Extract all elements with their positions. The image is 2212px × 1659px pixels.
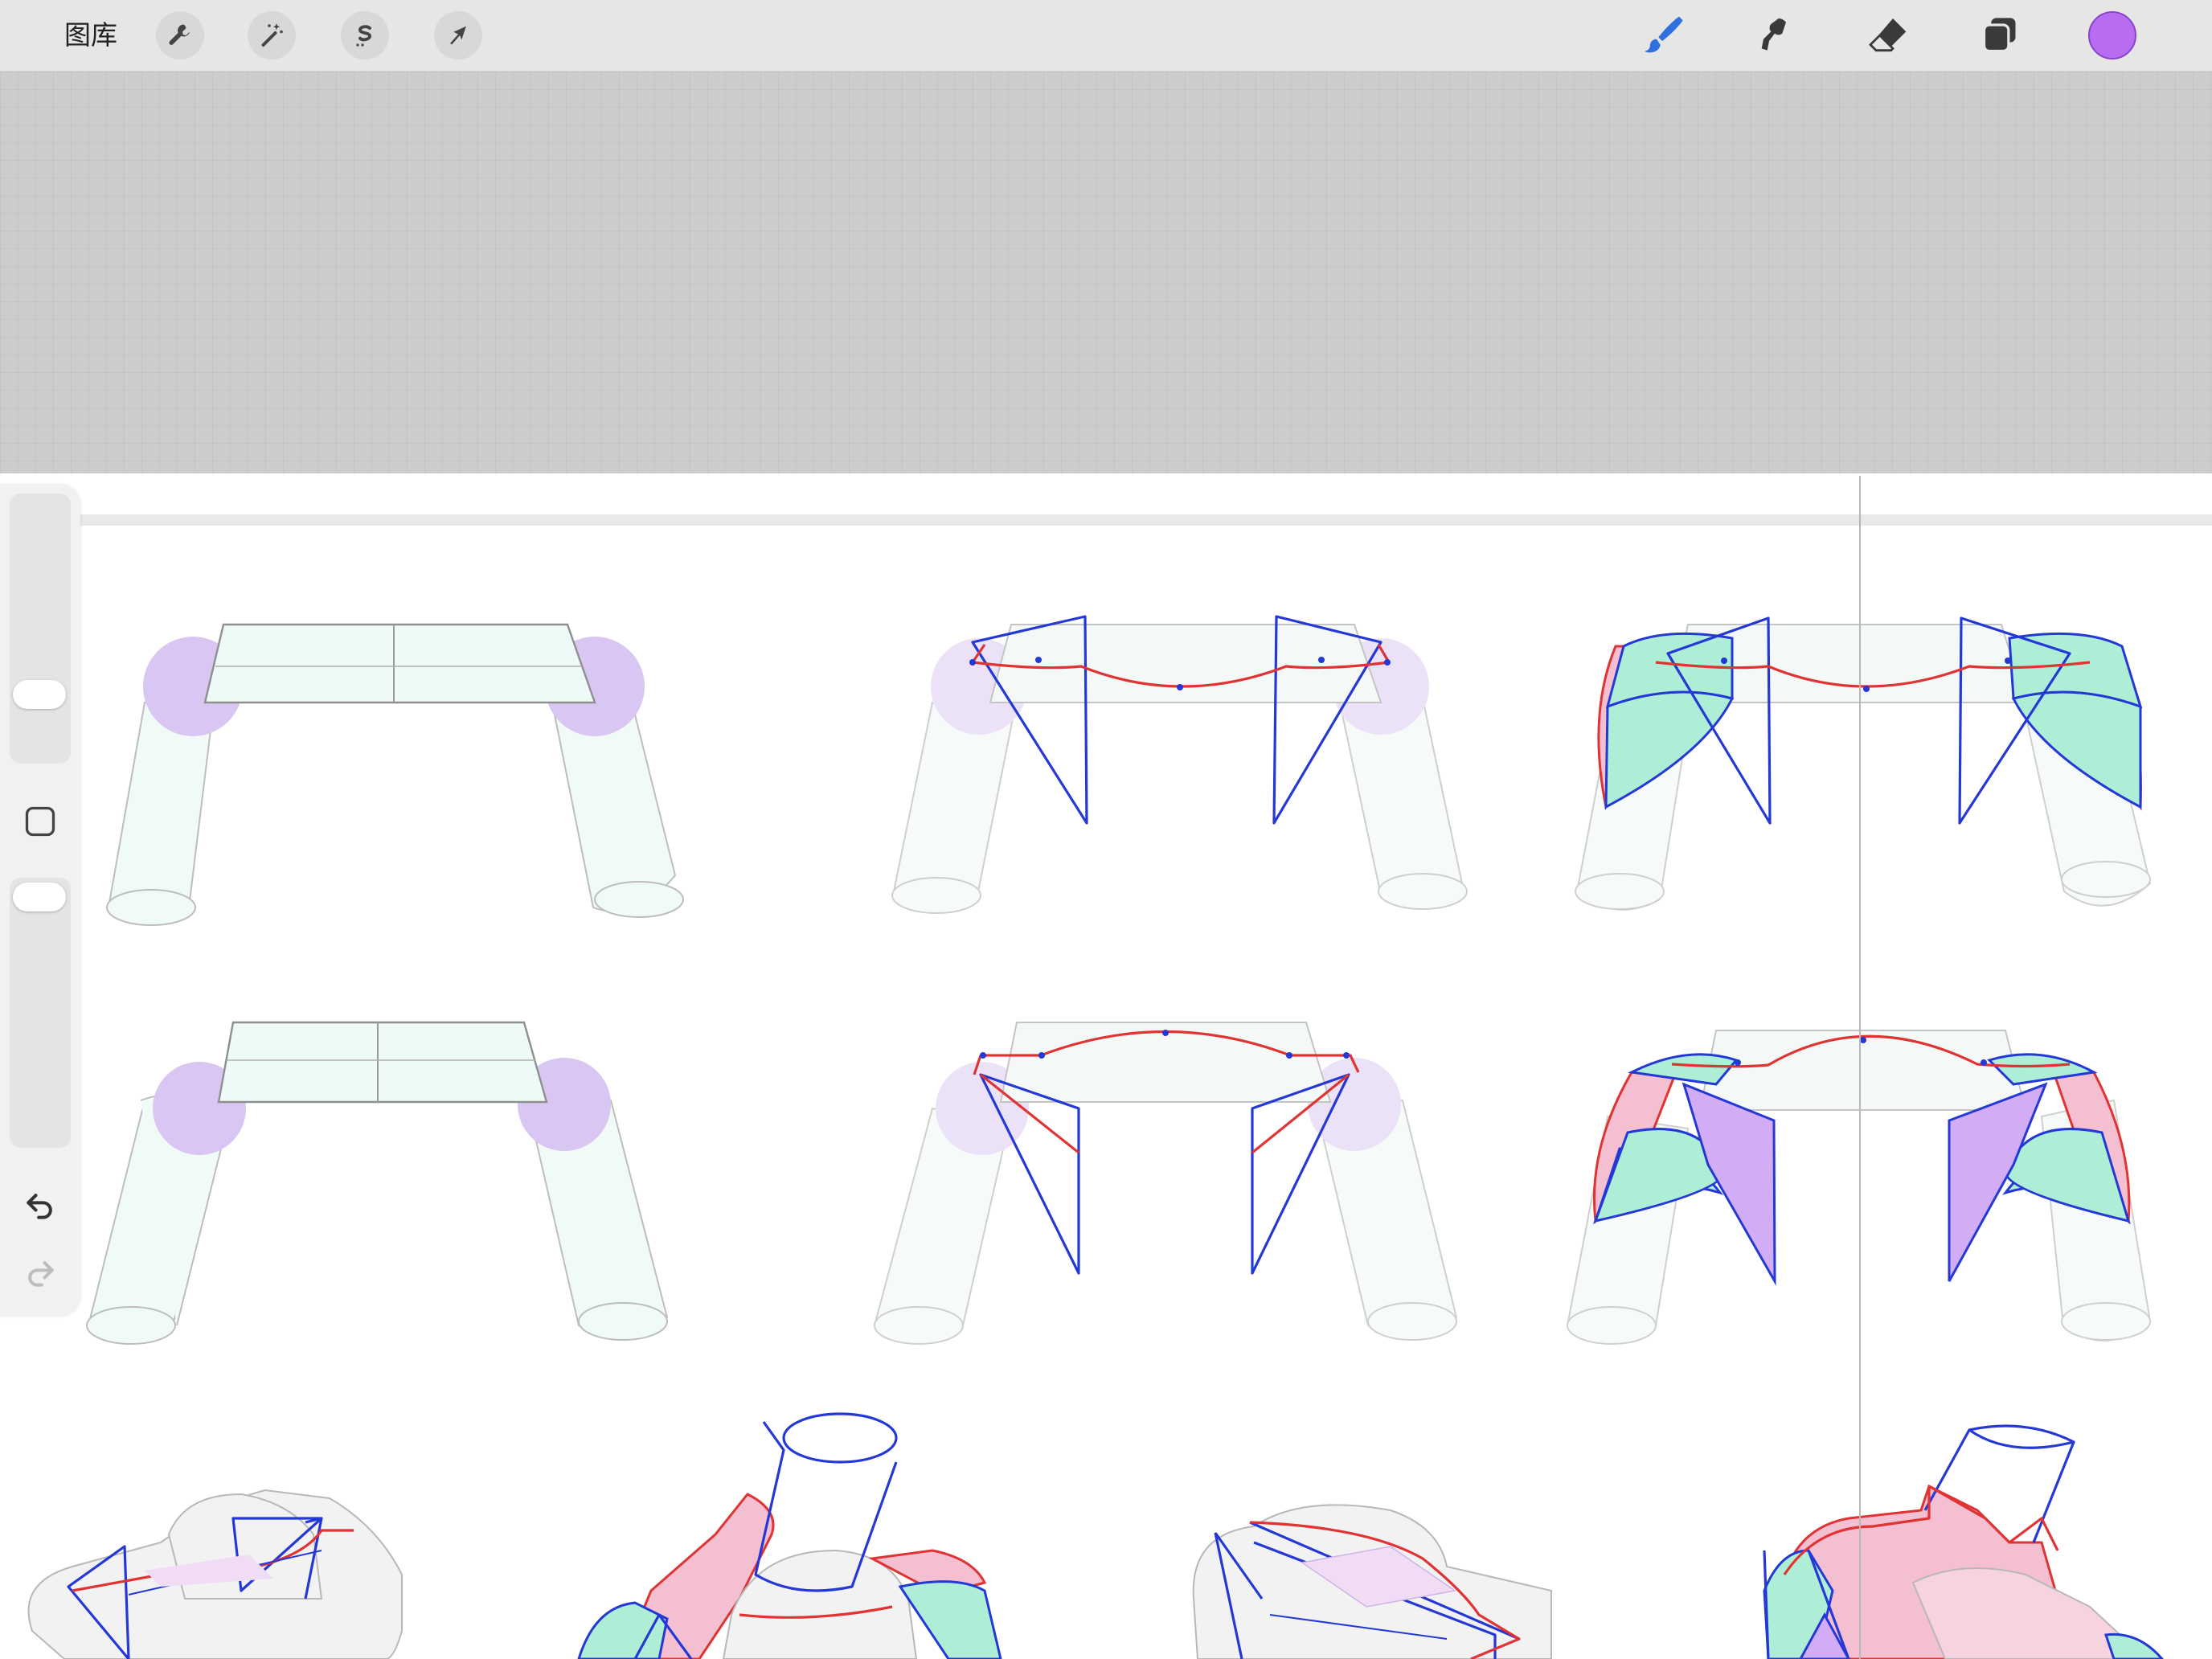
eraser-tool-button[interactable] [1862, 10, 1913, 61]
redo-icon [28, 1261, 54, 1287]
left-sidebar [0, 484, 80, 1317]
gallery-button[interactable]: 图库 [64, 18, 117, 53]
arrow-cursor-icon [450, 26, 466, 45]
sketch-row3-col2 [577, 1412, 1002, 1659]
opacity-slider[interactable] [10, 878, 71, 1148]
selection-button[interactable] [341, 11, 389, 59]
undo-icon [27, 1194, 52, 1219]
layers-icon [1982, 18, 2016, 53]
selection-s-icon [356, 25, 371, 47]
adjustments-button[interactable] [248, 11, 296, 59]
sketch-row2-col1 [86, 1021, 669, 1345]
color-button[interactable] [2087, 10, 2138, 61]
magic-wand-icon [261, 23, 283, 47]
canvas-outside-area [0, 72, 2212, 473]
brush-size-slider-thumb[interactable] [13, 680, 66, 709]
sketch-row1-col2 [891, 615, 1468, 914]
undo-button[interactable] [19, 1185, 61, 1227]
smudge-tool-button[interactable] [1749, 10, 1800, 61]
eraser-icon [1869, 18, 1907, 52]
transform-button[interactable] [434, 11, 482, 59]
square-modify-icon [25, 806, 55, 837]
top-toolbar: 图库 [0, 0, 2212, 72]
smudge-icon [1761, 18, 1786, 51]
wrench-icon [169, 24, 190, 45]
layers-button[interactable] [1974, 10, 2026, 61]
color-swatch-icon [2088, 11, 2136, 59]
brush-tool-button[interactable] [1636, 10, 1688, 61]
sketch-row3-col1 [27, 1489, 403, 1659]
sketch-row3-col3 [1192, 1504, 1552, 1659]
sketch-row1-col3 [1575, 616, 2152, 911]
brush-size-slider[interactable] [10, 494, 71, 764]
redo-button[interactable] [19, 1252, 61, 1294]
sketch-row2-col2 [873, 1022, 1458, 1345]
sketch-artwork: .leg { fill:#f0fbf8; stroke:#bdbdbd; str… [27, 615, 2164, 1659]
drawing-guide-line [1859, 476, 1861, 1659]
sketch-row3-col4 [1763, 1424, 2164, 1659]
opacity-slider-thumb[interactable] [13, 883, 66, 911]
actions-button[interactable] [156, 11, 204, 59]
sketch-row1-col1 [106, 623, 684, 926]
brush-icon [1644, 16, 1683, 53]
modify-button[interactable] [19, 801, 61, 842]
